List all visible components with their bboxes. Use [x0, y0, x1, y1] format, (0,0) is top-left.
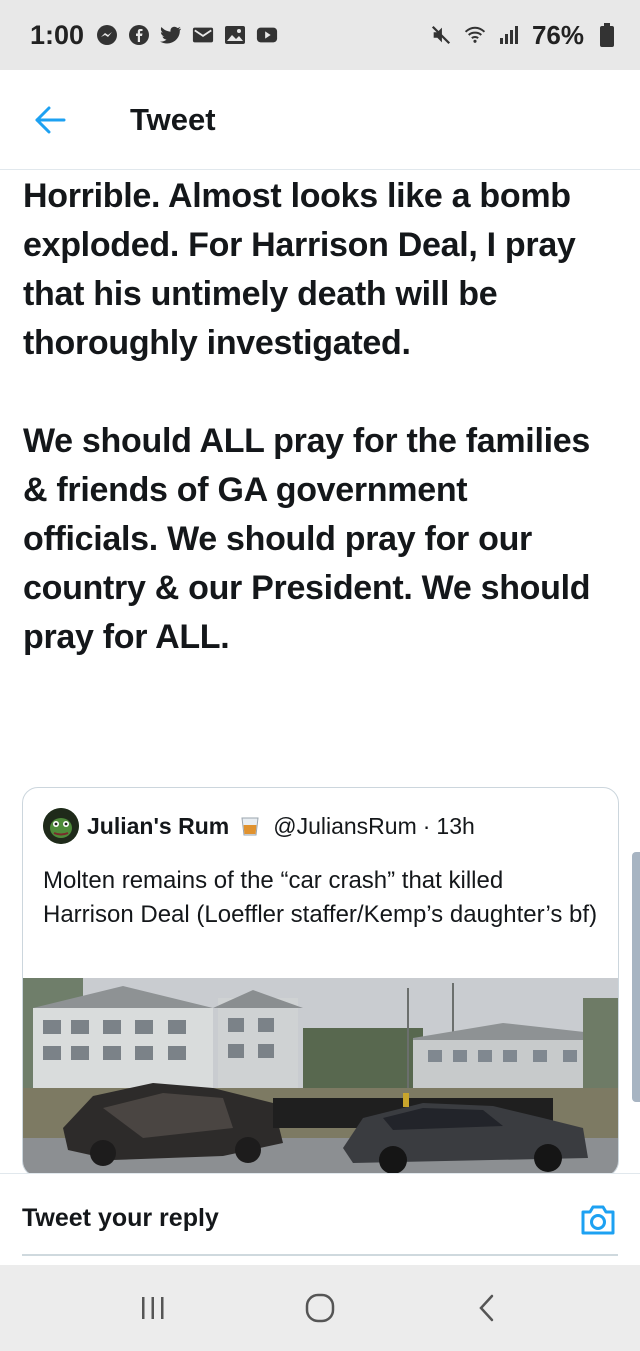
notification-icons	[96, 24, 278, 46]
reply-input[interactable]: Tweet your reply	[22, 1204, 219, 1233]
page-title: Tweet	[130, 101, 216, 137]
twitter-icon	[160, 24, 182, 46]
quoted-tweet-image[interactable]	[23, 978, 619, 1177]
home-button[interactable]	[290, 1278, 350, 1338]
recent-apps-icon	[142, 1297, 164, 1319]
arrow-left-icon	[35, 106, 66, 133]
gmail-icon	[192, 24, 214, 46]
system-navigation-bar	[0, 1265, 640, 1351]
back-button[interactable]	[20, 90, 80, 150]
scrollbar-thumb[interactable]	[632, 852, 640, 1102]
status-time: 1:00	[30, 19, 85, 50]
quoted-tweet-header: Julian's Rum @JuliansRum · 13h	[23, 788, 618, 864]
mute-icon	[430, 24, 452, 46]
avatar[interactable]	[43, 808, 79, 844]
camera-button[interactable]	[578, 1200, 618, 1240]
signal-icon	[498, 24, 520, 46]
back-icon	[478, 1294, 493, 1322]
battery-percent: 76%	[531, 19, 584, 50]
battery-icon	[596, 23, 618, 47]
quoted-handle[interactable]: @JuliansRum	[273, 813, 417, 840]
quoted-display-name[interactable]: Julian's Rum	[87, 813, 229, 840]
separator-dot: ·	[422, 812, 431, 839]
app-header: Tweet	[0, 70, 640, 170]
home-icon	[305, 1293, 335, 1323]
gallery-icon	[224, 24, 246, 46]
recent-apps-button[interactable]	[123, 1278, 183, 1338]
youtube-icon	[256, 24, 278, 46]
quoted-timestamp: 13h	[436, 812, 475, 839]
quoted-tweet[interactable]: Julian's Rum @JuliansRum · 13h Molten re…	[22, 787, 619, 1177]
status-bar: 1:00 76%	[0, 0, 640, 70]
messenger-icon	[96, 24, 118, 46]
rum-glass-icon	[239, 815, 261, 837]
nav-back-button[interactable]	[457, 1278, 517, 1338]
system-status: 76%	[430, 0, 618, 70]
facebook-icon	[128, 24, 150, 46]
camera-icon	[581, 1205, 615, 1235]
reply-bar: Tweet your reply	[0, 1173, 640, 1265]
tweet-text: Horrible. Almost looks like a bomb explo…	[23, 177, 591, 656]
quoted-tweet-text: Molten remains of the “car crash” that k…	[43, 867, 598, 928]
wifi-icon	[464, 24, 486, 46]
reply-input-underline	[22, 1254, 618, 1256]
